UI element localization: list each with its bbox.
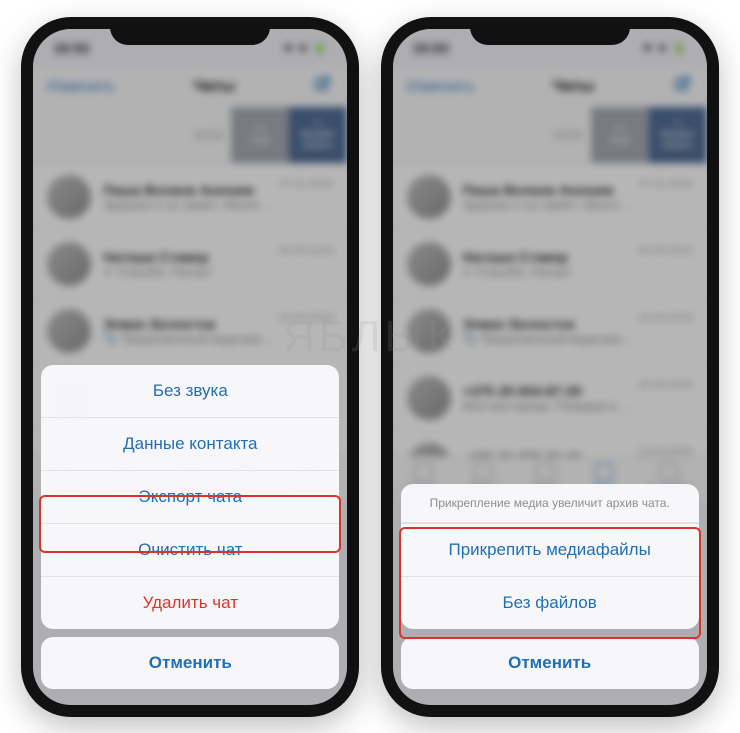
sheet-cancel[interactable]: Отменить xyxy=(401,637,699,689)
sheet-attach-media[interactable]: Прикрепить медиафайлы xyxy=(401,523,699,576)
notch xyxy=(470,17,630,45)
sheet-contact-info[interactable]: Данные контакта xyxy=(41,417,339,470)
notch xyxy=(110,17,270,45)
sheet-without-files[interactable]: Без файлов xyxy=(401,576,699,629)
sheet-export-chat[interactable]: Экспорт чата xyxy=(41,470,339,523)
action-sheet: Прикрепление медиа увеличит архив чата. … xyxy=(401,484,699,697)
sheet-delete-chat[interactable]: Удалить чат xyxy=(41,576,339,629)
action-sheet: Без звука Данные контакта Экспорт чата О… xyxy=(41,365,339,697)
sheet-mute[interactable]: Без звука xyxy=(41,365,339,417)
phone-right: 15:53 ✈︎ ᯤ 🔋 Изменить Чаты 15:52 xyxy=(381,17,719,717)
phone-left: 15:53 ✈︎ ᯤ 🔋 Изменить Чаты 15:52 xyxy=(21,17,359,717)
sheet-header: Прикрепление медиа увеличит архив чата. xyxy=(401,484,699,523)
sheet-cancel[interactable]: Отменить xyxy=(41,637,339,689)
sheet-clear-chat[interactable]: Очистить чат xyxy=(41,523,339,576)
